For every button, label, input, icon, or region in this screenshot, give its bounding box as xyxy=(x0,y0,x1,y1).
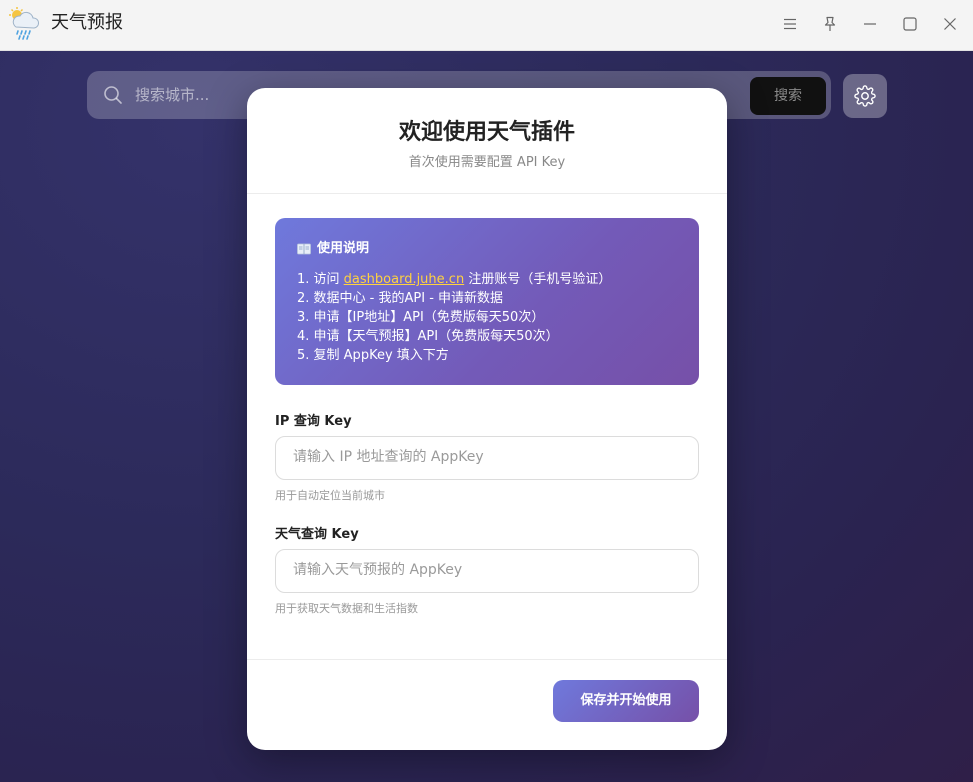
weather-cloud-rain-sun-icon xyxy=(9,7,40,40)
instruction-step: 4. 申请【天气预报】API（免费版每天50次） xyxy=(297,329,559,344)
ip-key-hint: 用于自动定位当前城市 xyxy=(275,489,385,502)
minimize-button[interactable] xyxy=(858,12,882,36)
juhe-dashboard-link[interactable]: dashboard.juhe.cn xyxy=(344,272,465,287)
instruction-step: 3. 申请【IP地址】API（免费版每天50次） xyxy=(297,310,545,325)
dialog-footer: 保存并开始使用 xyxy=(247,659,727,750)
dialog-header: 欢迎使用天气插件 首次使用需要配置 API Key xyxy=(247,88,727,194)
ip-key-label: IP 查询 Key xyxy=(275,414,352,429)
instructions-heading: 使用说明 xyxy=(297,240,677,258)
menu-icon xyxy=(784,18,796,30)
instruction-step: 2. 数据中心 - 我的API - 申请新数据 xyxy=(297,291,504,306)
welcome-dialog: 欢迎使用天气插件 首次使用需要配置 API Key 使用说明 1. 访问 das… xyxy=(247,88,727,750)
weather-key-input[interactable]: 请输入天气预报的 AppKey xyxy=(275,549,699,593)
save-and-start-button[interactable]: 保存并开始使用 xyxy=(553,680,699,722)
minimize-icon xyxy=(864,23,876,25)
dialog-subtitle: 首次使用需要配置 API Key xyxy=(408,155,566,170)
pin-button[interactable] xyxy=(818,12,842,36)
maximize-icon xyxy=(903,17,917,31)
instructions-list: 1. 访问 dashboard.juhe.cn 注册账号（手机号验证） 2. 数… xyxy=(297,270,677,365)
book-icon xyxy=(297,243,311,255)
instructions-box: 使用说明 1. 访问 dashboard.juhe.cn 注册账号（手机号验证）… xyxy=(275,218,699,385)
dialog-title: 欢迎使用天气插件 xyxy=(398,120,575,145)
app-title: 天气预报 xyxy=(51,12,123,33)
maximize-button[interactable] xyxy=(898,12,922,36)
title-bar: 天气预报 xyxy=(0,0,973,51)
step-text: 注册账号（手机号验证） xyxy=(464,272,612,287)
ip-key-input[interactable]: 请输入 IP 地址查询的 AppKey xyxy=(275,436,699,480)
close-icon xyxy=(944,18,956,30)
menu-button[interactable] xyxy=(778,12,802,36)
close-button[interactable] xyxy=(938,12,962,36)
weather-key-hint: 用于获取天气数据和生活指数 xyxy=(275,602,418,615)
pin-icon xyxy=(824,16,836,31)
instructions-heading-text: 使用说明 xyxy=(317,241,370,256)
instruction-step: 5. 复制 AppKey 填入下方 xyxy=(297,348,449,363)
step-text: 1. 访问 xyxy=(297,272,344,287)
weather-key-label: 天气查询 Key xyxy=(275,527,359,542)
instruction-step: 1. 访问 dashboard.juhe.cn 注册账号（手机号验证） xyxy=(297,270,677,289)
